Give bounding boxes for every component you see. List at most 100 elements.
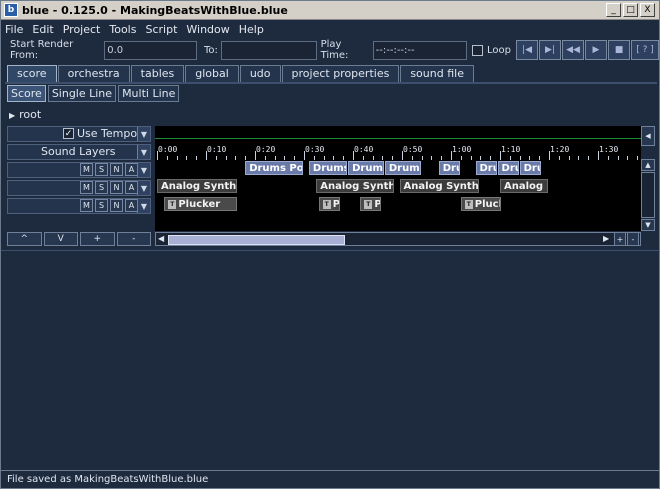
remove-layer-button[interactable]: - <box>116 232 151 246</box>
sound-object-label: Analog Synth <box>403 181 479 192</box>
ruler-tick <box>323 156 325 160</box>
horizontal-scroll-thumb[interactable] <box>168 235 345 245</box>
sound-object[interactable]: Drum <box>438 161 460 175</box>
sound-object[interactable]: TPlu <box>318 197 340 211</box>
mute-button[interactable]: M <box>80 163 93 176</box>
layer-dropdown[interactable]: ▼ <box>137 163 150 177</box>
n-button[interactable]: N <box>110 199 123 212</box>
ruler-label: 0:40 <box>354 145 374 154</box>
next-marker-button[interactable]: ▶| <box>539 40 562 60</box>
rewind-button[interactable]: ◀◀ <box>562 40 585 60</box>
sound-layers-dropdown[interactable]: ▼ <box>137 145 150 159</box>
previous-marker-button[interactable]: |◀ <box>516 40 539 60</box>
sound-object-label: Drum <box>442 163 459 174</box>
chevron-down-icon: ▼ <box>140 165 148 175</box>
tab-score[interactable]: score <box>7 65 57 83</box>
tab-project-properties[interactable]: project properties <box>281 65 400 83</box>
scroll-down-button[interactable]: ▼ <box>641 219 655 231</box>
play-time-field: --:--:--:-- <box>372 40 468 60</box>
subtab-single-line[interactable]: Single Line <box>47 85 117 102</box>
vertical-scrollbar[interactable]: ◀ ▲ ▼ <box>641 126 655 231</box>
menu-edit[interactable]: Edit <box>32 23 53 36</box>
mute-button[interactable]: M <box>80 181 93 194</box>
solo-button[interactable]: S <box>95 181 108 194</box>
layer-dropdown[interactable]: ▼ <box>137 181 150 195</box>
tab-sound-file[interactable]: sound file <box>400 65 474 83</box>
ruler-tick <box>294 156 296 160</box>
zoom-out-button[interactable]: - <box>627 232 639 246</box>
scroll-right-icon[interactable]: ▶ <box>603 234 609 243</box>
n-button[interactable]: N <box>110 163 123 176</box>
menu-script[interactable]: Script <box>145 23 177 36</box>
breadcrumb[interactable]: ▶ root <box>9 108 41 121</box>
use-tempo-checkbox[interactable]: ✓ <box>63 128 74 139</box>
n-button[interactable]: N <box>110 181 123 194</box>
menu-tools[interactable]: Tools <box>109 23 136 36</box>
tab-udo[interactable]: udo <box>239 65 281 83</box>
stop-button[interactable]: ■ <box>608 40 631 60</box>
tempo-dropdown[interactable]: ▼ <box>137 127 150 141</box>
sound-object[interactable]: Drum <box>519 161 541 175</box>
scroll-up-button[interactable]: ▲ <box>641 159 655 171</box>
zoom-in-button[interactable]: + <box>614 232 626 246</box>
layer-dropdown[interactable]: ▼ <box>137 199 150 213</box>
move-layer-down-button[interactable]: V <box>43 232 78 246</box>
ruler-tick <box>392 156 394 160</box>
help-button[interactable]: [ ? ] <box>631 40 660 60</box>
maximize-button[interactable]: □ <box>623 3 638 17</box>
horizontal-scrollbar[interactable]: ◀ ▶ <box>155 232 641 246</box>
arrow-left-icon: ◀ <box>645 132 651 140</box>
sound-object-label: Plu <box>374 199 382 210</box>
chevron-down-icon: ▼ <box>140 183 148 193</box>
subtab-multi-line[interactable]: Multi Line <box>118 85 180 102</box>
solo-button[interactable]: S <box>95 199 108 212</box>
sound-object[interactable]: TPlucker <box>460 197 502 211</box>
sound-object-label: Drums Po <box>388 163 420 174</box>
sound-object[interactable]: Drums Poly <box>245 161 303 175</box>
ruler-tick <box>372 156 374 160</box>
sound-object[interactable]: Analog Synth <box>157 179 237 193</box>
tab-global[interactable]: global <box>185 65 239 83</box>
collapse-panel-button[interactable]: ◀ <box>641 126 655 146</box>
to-field[interactable] <box>220 40 317 60</box>
sound-object[interactable]: Drums Po <box>384 161 421 175</box>
time-ruler[interactable]: 0:00 0:10 0:20 0:30 0:40 0:50 1:00 1:10 1:20 1:30 <box>155 142 641 160</box>
minimize-button[interactable]: _ <box>606 3 621 17</box>
breadcrumb-root: root <box>19 108 42 121</box>
sound-object[interactable]: Drum <box>497 161 519 175</box>
move-layer-up-button[interactable]: ^ <box>7 232 42 246</box>
tab-orchestra[interactable]: orchestra <box>57 65 130 83</box>
scroll-left-icon[interactable]: ◀ <box>158 234 164 243</box>
tab-tables[interactable]: tables <box>130 65 185 83</box>
play-time-label: Play Time: <box>320 39 349 61</box>
sound-object[interactable]: Drums Po <box>308 161 348 175</box>
sound-object-label: Analog Synth <box>320 181 394 192</box>
menu-help[interactable]: Help <box>239 23 264 36</box>
start-render-field[interactable]: 0.0 <box>104 40 197 60</box>
sound-object[interactable]: Analog Synth <box>500 179 548 193</box>
sound-object-label: Plucker <box>474 199 501 210</box>
chevron-down-icon: ▼ <box>140 129 148 139</box>
layer-controls: M S N A <box>80 163 140 176</box>
close-button[interactable]: X <box>640 3 655 17</box>
sound-object[interactable]: Analog Synth <box>316 179 394 193</box>
sound-object[interactable]: Drum <box>475 161 497 175</box>
vertical-scroll-track[interactable] <box>641 172 655 218</box>
solo-button[interactable]: S <box>95 163 108 176</box>
mute-button[interactable]: M <box>80 199 93 212</box>
ruler-tick <box>313 156 315 160</box>
menu-window[interactable]: Window <box>186 23 229 36</box>
loop-checkbox[interactable] <box>472 44 484 56</box>
sound-object[interactable]: Analog Synth <box>399 179 480 193</box>
add-layer-button[interactable]: + <box>80 232 115 246</box>
score-timeline[interactable]: 0:00 0:10 0:20 0:30 0:40 0:50 1:00 1:10 1:20 1:30… <box>155 126 641 231</box>
play-button[interactable]: ▶ <box>585 40 608 60</box>
ruler-label: 1:30 <box>599 145 619 154</box>
subtab-score[interactable]: Score <box>7 85 46 102</box>
sound-object[interactable]: TPlucker <box>164 197 237 211</box>
sound-object[interactable]: TPlu <box>360 197 382 211</box>
menu-project[interactable]: Project <box>63 23 101 36</box>
menu-file[interactable]: File <box>5 23 23 36</box>
layer-row: M S N A ▼ <box>7 162 151 178</box>
sound-object[interactable]: Drums Po <box>348 161 384 175</box>
